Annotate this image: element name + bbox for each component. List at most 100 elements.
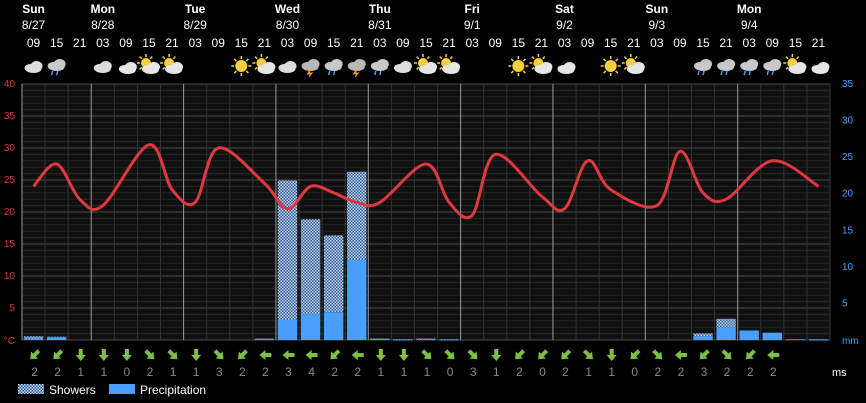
rain-icon [740, 59, 759, 76]
day-date-label: 9/4 [741, 18, 758, 32]
wind-speed-label: 1 [100, 365, 107, 379]
partly-sunny-icon [529, 54, 553, 74]
hour-label: 09 [119, 36, 133, 50]
hour-label: 09 [673, 36, 687, 50]
precipitation-tick-label: 30 [842, 116, 854, 127]
hour-label: 03 [558, 36, 572, 50]
cloudy-icon [393, 61, 412, 73]
wind-direction-arrow [259, 350, 272, 360]
precipitation-bar [277, 319, 298, 340]
partly-sunny-icon [252, 54, 276, 74]
wind-direction-arrow [674, 350, 687, 360]
temperature-tick-label: 35 [4, 111, 16, 122]
temperature-tick-label: 40 [4, 79, 16, 90]
sunny-icon [508, 56, 529, 76]
partly-cloudy-night-icon [811, 58, 830, 74]
wind-speed-label: 1 [585, 365, 592, 379]
hour-label: 21 [165, 36, 179, 50]
wind-speed-label: 1 [608, 365, 615, 379]
precipitation-tick-label: 5 [842, 298, 848, 309]
hour-label: 09 [489, 36, 503, 50]
temperature-tick-label: 15 [4, 239, 16, 250]
hour-label: 09 [27, 36, 41, 50]
day-name-label: Tue [185, 2, 206, 16]
wind-direction-arrow [121, 349, 132, 361]
showers-bar [23, 336, 44, 339]
partly-cloudy-night-icon [118, 58, 137, 74]
day-date-label: 8/29 [183, 18, 207, 32]
hour-label: 15 [50, 36, 64, 50]
wind-speed-label: 2 [678, 365, 685, 379]
hour-label: 21 [627, 36, 641, 50]
wind-direction-arrow [491, 349, 502, 361]
wind-unit-label: ms [832, 367, 847, 379]
wind-direction-arrow [238, 349, 248, 360]
wind-direction-arrow [745, 349, 756, 360]
hour-label: 15 [512, 36, 526, 50]
wind-direction-arrow [721, 349, 732, 360]
hour-label: 21 [73, 36, 87, 50]
legend: Showers Precipitation [18, 383, 206, 397]
wind-speed-label: 2 [354, 365, 361, 379]
day-name-label: Thu [369, 2, 391, 16]
wind-speed-label: 1 [424, 365, 431, 379]
wind-direction-arrow [606, 349, 617, 361]
wind-speed-label: 3 [470, 365, 477, 379]
wind-speed-label: 0 [631, 365, 638, 379]
showers-bar [254, 338, 275, 340]
partly-cloudy-night-icon [557, 58, 576, 74]
partly-sunny-icon [437, 54, 461, 74]
precipitation-bar [716, 327, 736, 340]
wind-speed-label: 3 [216, 365, 223, 379]
day-date-label: 9/1 [464, 18, 481, 32]
wind-speed-label: 1 [493, 365, 500, 379]
wind-direction-arrow [282, 350, 295, 360]
wind-speed-label: 1 [377, 365, 384, 379]
day-name-label: Wed [275, 2, 300, 16]
hour-label: 03 [465, 36, 479, 50]
hour-label: 03 [373, 36, 387, 50]
wind-speed-label: 1 [77, 365, 84, 379]
wind-speed-label: 0 [124, 365, 131, 379]
wind-direction-arrow [305, 350, 318, 360]
rain-icon [763, 59, 782, 76]
showers-bar [323, 235, 344, 313]
precipitation-bar [370, 339, 390, 341]
showers-bar [693, 333, 713, 337]
wind-speed-label: 1 [193, 365, 200, 379]
wind-direction-arrow [515, 349, 525, 360]
wind-direction-arrow [351, 350, 364, 360]
day-date-label: 8/30 [276, 18, 300, 32]
precipitation-bar [300, 314, 321, 340]
precipitation-bar [254, 339, 275, 341]
wind-speed-label: 2 [331, 365, 338, 379]
precipitation-bar [439, 339, 459, 341]
hour-label: 15 [789, 36, 803, 50]
wind-direction-arrow [630, 349, 641, 360]
rain-icon [717, 59, 736, 76]
precipitation-bar [762, 332, 782, 340]
rain-icon [324, 59, 343, 76]
rain-icon [694, 59, 713, 76]
temperature-tick-label: 5 [9, 303, 15, 314]
temperature-tick-label: 20 [4, 207, 16, 218]
thunderstorm-icon [347, 59, 366, 78]
partly-sunny-icon [621, 54, 645, 74]
hour-label: 09 [304, 36, 318, 50]
weather-forecast-chart: Sun 8/27 Mon 8/28 Tue 8/29 Wed 8/30 Thu 8/31 Fri 9/… [4, 2, 859, 397]
hour-label: 09 [766, 36, 780, 50]
cloudy-icon [278, 61, 297, 73]
wind-direction-arrow [421, 349, 432, 360]
showers-bar [716, 318, 736, 328]
hour-label: 03 [281, 36, 295, 50]
temperature-unit-label: °C [4, 336, 15, 347]
showers-bar [277, 180, 298, 320]
cloudy-icon [24, 61, 43, 73]
precipitation-bar [785, 339, 806, 341]
wind-speed-label: 2 [747, 365, 754, 379]
wind-direction-arrow [398, 349, 409, 361]
wind-speed-label: 2 [147, 365, 154, 379]
temperature-tick-label: 30 [4, 143, 16, 154]
hour-label: 21 [350, 36, 364, 50]
wind-speed-label: 2 [724, 365, 731, 379]
